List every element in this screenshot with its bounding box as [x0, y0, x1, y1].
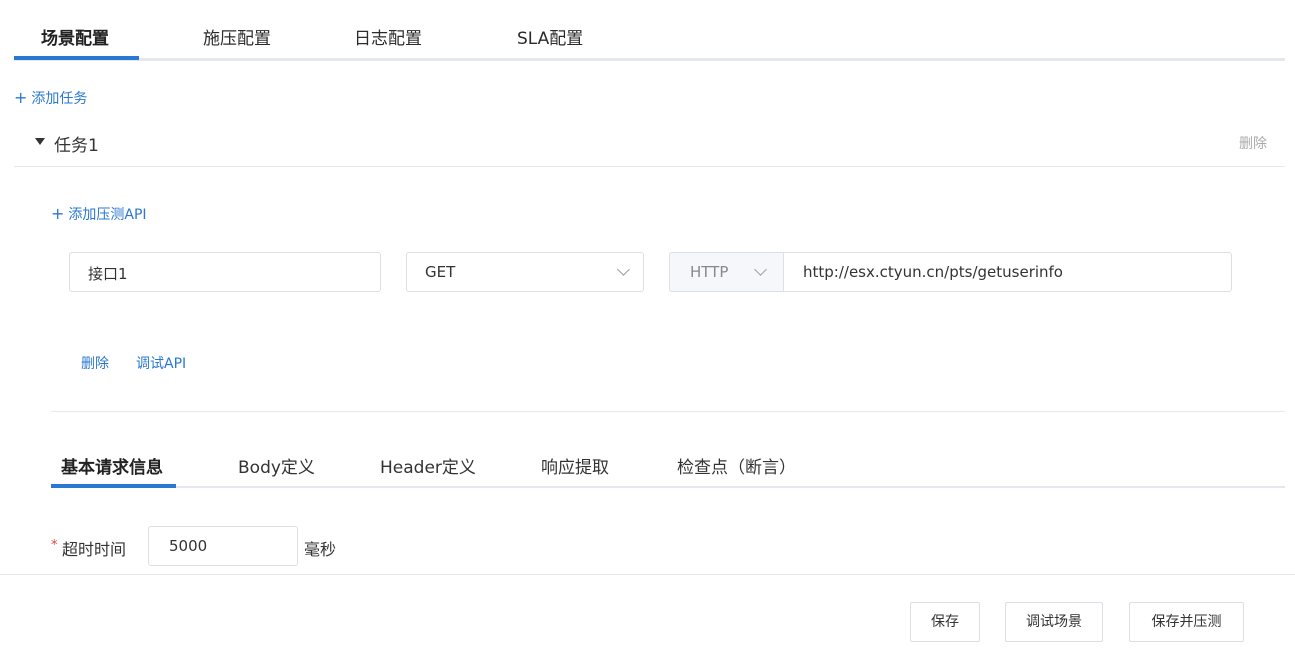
- save-button[interactable]: 保存: [910, 602, 980, 642]
- request-tab-bar: 基本请求信息 Body定义 Header定义 响应提取 检查点（断言）: [51, 440, 1285, 488]
- tab-checkpoint[interactable]: 检查点（断言）: [677, 453, 796, 478]
- timeout-value: 5000: [169, 537, 208, 555]
- save-and-test-button[interactable]: 保存并压测: [1129, 602, 1244, 642]
- task-title: 任务1: [54, 136, 99, 156]
- caret-down-icon[interactable]: [35, 138, 45, 145]
- chevron-down-icon: [617, 263, 630, 276]
- active-tab-indicator: [14, 56, 139, 60]
- protocol-select[interactable]: HTTP: [669, 252, 783, 292]
- timeout-unit: 毫秒: [304, 540, 337, 559]
- add-api-button[interactable]: + 添加压测API: [51, 204, 147, 224]
- top-tab-bar: 场景配置 施压配置 日志配置 SLA配置: [14, 0, 1285, 61]
- tab-load-config[interactable]: 施压配置: [203, 24, 271, 49]
- debug-api-button[interactable]: 调试API: [136, 353, 186, 373]
- tab-header[interactable]: Header定义: [380, 453, 476, 478]
- plus-icon: +: [14, 88, 28, 107]
- delete-api-button[interactable]: 删除: [81, 353, 109, 373]
- tab-scene-config[interactable]: 场景配置: [41, 24, 109, 49]
- api-name-value: 接口1: [88, 265, 128, 283]
- url-value: http://esx.ctyun.cn/pts/getuserinfo: [803, 263, 1063, 281]
- add-task-label: 添加任务: [31, 91, 88, 107]
- delete-task-button[interactable]: 删除: [1239, 133, 1267, 153]
- protocol-value: HTTP: [690, 263, 729, 281]
- method-value: GET: [425, 263, 456, 281]
- timeout-label: 超时时间: [62, 540, 127, 559]
- plus-icon: +: [51, 204, 65, 223]
- debug-scene-button[interactable]: 调试场景: [1005, 602, 1103, 642]
- tab-sla-config[interactable]: SLA配置: [517, 24, 583, 49]
- url-input[interactable]: http://esx.ctyun.cn/pts/getuserinfo: [783, 252, 1232, 292]
- task-header[interactable]: 任务1 删除: [14, 122, 1285, 167]
- required-mark: *: [51, 538, 58, 553]
- add-api-label: 添加压测API: [68, 207, 147, 223]
- add-task-button[interactable]: + 添加任务: [14, 88, 87, 108]
- chevron-down-icon: [754, 263, 767, 276]
- api-name-input[interactable]: 接口1: [69, 252, 381, 292]
- footer-bar: 保存 调试场景 保存并压测: [0, 574, 1295, 661]
- tab-body[interactable]: Body定义: [238, 453, 315, 478]
- active-tab-indicator: [51, 484, 176, 488]
- tab-basic-request[interactable]: 基本请求信息: [61, 453, 163, 478]
- method-select[interactable]: GET: [406, 252, 644, 292]
- divider: [51, 411, 1285, 412]
- timeout-input[interactable]: 5000: [148, 526, 298, 566]
- tab-response-extract[interactable]: 响应提取: [541, 453, 609, 478]
- tab-log-config[interactable]: 日志配置: [354, 24, 422, 49]
